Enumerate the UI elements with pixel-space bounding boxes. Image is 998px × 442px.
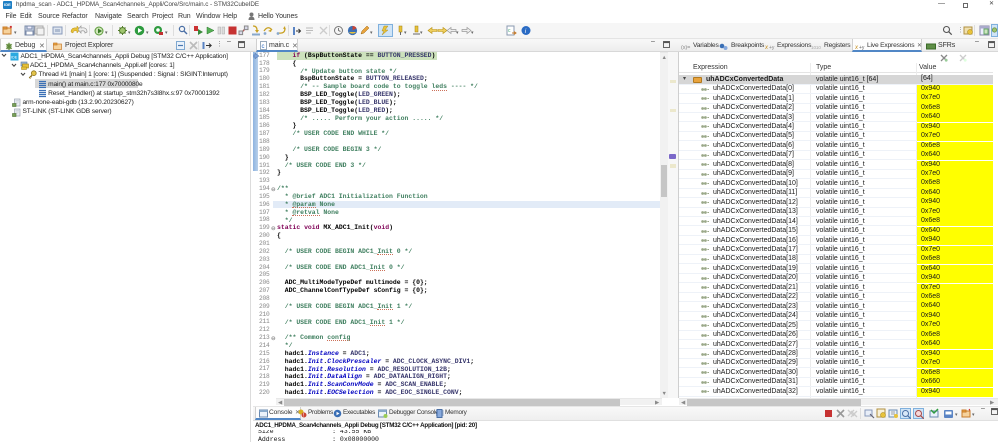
svg-text:!: ! [303, 413, 304, 418]
svg-text:IDE: IDE [11, 55, 18, 59]
svg-text:+y: +y [769, 45, 775, 51]
svg-text:c: c [262, 44, 265, 50]
svg-text:+y: +y [859, 45, 865, 51]
svg-text:(x)=: (x)= [681, 45, 690, 51]
svg-text:1010: 1010 [811, 45, 821, 50]
